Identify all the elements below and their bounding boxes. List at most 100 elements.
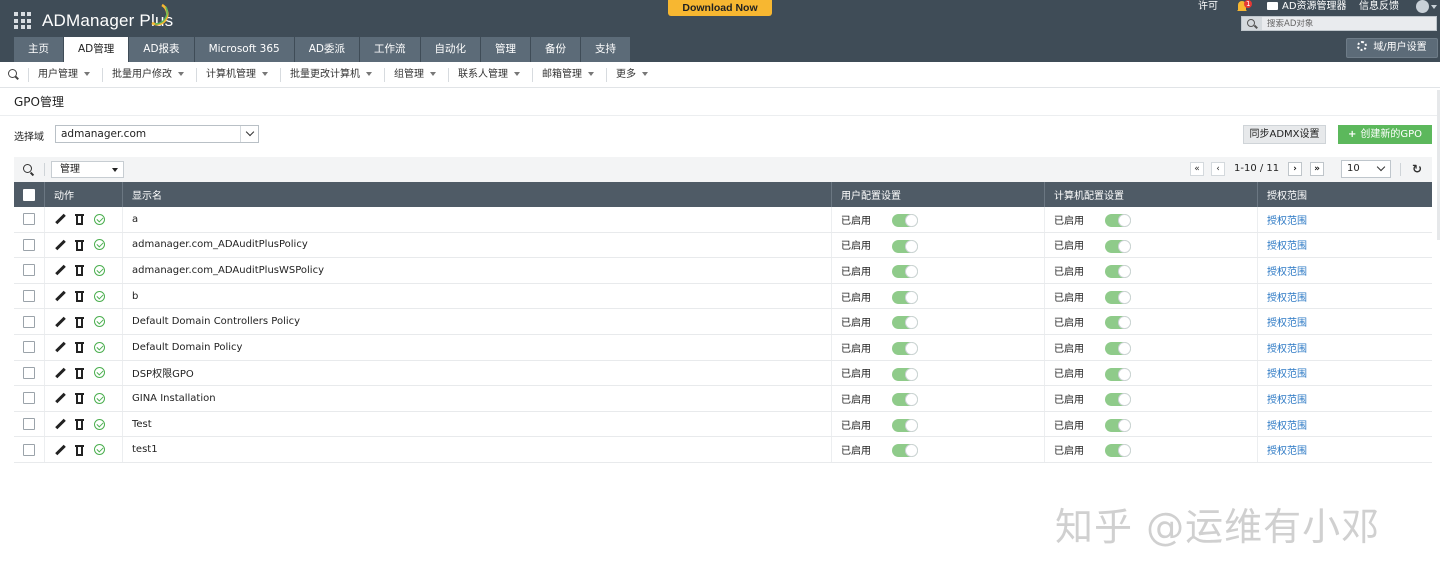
scope-link[interactable]: 授权范围 [1267, 212, 1307, 227]
enabled-check-icon[interactable] [94, 367, 105, 379]
delete-icon[interactable] [74, 367, 86, 379]
scope-link[interactable]: 授权范围 [1267, 263, 1307, 278]
scope-link[interactable]: 授权范围 [1267, 237, 1307, 252]
user-config-toggle[interactable] [892, 265, 918, 279]
delete-icon[interactable] [74, 392, 86, 405]
dropdown-toggle[interactable] [240, 126, 258, 142]
gpo-name[interactable]: Test [132, 419, 152, 430]
col-computer-config[interactable]: 计算机配置设置 [1045, 182, 1258, 207]
row-checkbox[interactable] [23, 264, 35, 277]
submenu-group-management[interactable]: 组管理 [384, 67, 448, 82]
download-now-button[interactable]: Download Now [668, 0, 772, 16]
edit-icon[interactable] [54, 316, 66, 328]
enabled-check-icon[interactable] [94, 444, 105, 456]
enabled-check-icon[interactable] [94, 341, 105, 353]
select-all-checkbox[interactable] [23, 188, 35, 201]
edit-icon[interactable] [54, 392, 66, 404]
edit-icon[interactable] [54, 239, 66, 251]
tab-ad-management[interactable]: AD管理 [64, 37, 129, 62]
ad-search-input[interactable] [1262, 18, 1432, 29]
enabled-check-icon[interactable] [94, 239, 105, 251]
gpo-name[interactable]: GINA Installation [132, 393, 216, 404]
tab-support[interactable]: 支持 [581, 37, 631, 62]
first-page-icon[interactable]: « [1190, 162, 1204, 176]
gpo-name[interactable]: Default Domain Controllers Policy [132, 316, 300, 327]
row-checkbox[interactable] [23, 392, 35, 405]
submenu-computer-management[interactable]: 计算机管理 [196, 67, 280, 82]
search-icon[interactable] [1242, 17, 1262, 30]
refresh-icon[interactable]: ↻ [1411, 163, 1423, 175]
computer-config-toggle[interactable] [1105, 444, 1131, 458]
submenu-bulk-computer-modify[interactable]: 批量更改计算机 [280, 67, 384, 82]
edit-icon[interactable] [54, 341, 66, 353]
col-display-name[interactable]: 显示名 [123, 182, 832, 207]
last-page-icon[interactable]: » [1310, 162, 1324, 176]
gpo-name[interactable]: DSP权限GPO [132, 365, 194, 380]
ad-explorer-link[interactable]: AD资源管理器 [1282, 0, 1347, 14]
previous-page-icon[interactable]: ‹ [1211, 162, 1225, 176]
scope-link[interactable]: 授权范围 [1267, 340, 1307, 355]
row-checkbox[interactable] [23, 366, 35, 379]
computer-config-toggle[interactable] [1105, 265, 1131, 279]
computer-config-toggle[interactable] [1105, 367, 1131, 381]
submenu-more[interactable]: 更多 [606, 67, 660, 82]
gpo-name[interactable]: a [132, 214, 138, 225]
submenu-bulk-user-modify[interactable]: 批量用户修改 [102, 67, 196, 82]
row-checkbox[interactable] [23, 238, 35, 251]
submenu-mailbox-management[interactable]: 邮箱管理 [532, 67, 606, 82]
computer-config-toggle[interactable] [1105, 290, 1131, 304]
tab-home[interactable]: 主页 [14, 37, 63, 62]
row-checkbox[interactable] [23, 290, 35, 303]
search-icon[interactable] [0, 62, 28, 88]
delete-icon[interactable] [74, 316, 86, 328]
enabled-check-icon[interactable] [94, 418, 105, 430]
computer-config-toggle[interactable] [1105, 316, 1131, 330]
filter-select[interactable]: 管理 [51, 161, 124, 178]
submenu-user-management[interactable]: 用户管理 [28, 67, 102, 82]
row-checkbox[interactable] [23, 341, 35, 354]
license-link[interactable]: 许可 [1198, 0, 1218, 14]
user-config-toggle[interactable] [892, 367, 918, 381]
edit-icon[interactable] [54, 264, 66, 276]
gpo-name[interactable]: Default Domain Policy [132, 342, 242, 353]
delete-icon[interactable] [74, 341, 86, 354]
user-config-toggle[interactable] [892, 418, 918, 432]
edit-icon[interactable] [54, 367, 66, 379]
scope-link[interactable]: 授权范围 [1267, 314, 1307, 329]
user-config-toggle[interactable] [892, 239, 918, 253]
sync-admx-button[interactable]: 同步ADMX设置 [1243, 125, 1326, 144]
user-config-toggle[interactable] [892, 290, 918, 304]
user-config-toggle[interactable] [892, 214, 918, 227]
enabled-check-icon[interactable] [94, 290, 105, 302]
feedback-link[interactable]: 信息反馈 [1359, 0, 1399, 14]
row-checkbox[interactable] [23, 443, 35, 456]
submenu-contact-management[interactable]: 联系人管理 [448, 67, 532, 82]
gpo-name[interactable]: test1 [132, 444, 158, 455]
delete-icon[interactable] [74, 239, 86, 251]
delete-icon[interactable] [74, 418, 86, 431]
tab-microsoft-365[interactable]: Microsoft 365 [194, 37, 294, 62]
gpo-name[interactable]: admanager.com_ADAuditPlusPolicy [132, 239, 308, 250]
scope-link[interactable]: 授权范围 [1267, 442, 1307, 457]
gpo-name[interactable]: b [132, 291, 138, 302]
row-checkbox[interactable] [23, 213, 35, 226]
delete-icon[interactable] [74, 290, 86, 303]
scope-link[interactable]: 授权范围 [1267, 365, 1307, 380]
create-gpo-button[interactable]: + 创建新的GPO [1338, 125, 1432, 144]
tab-admin[interactable]: 管理 [481, 37, 531, 62]
enabled-check-icon[interactable] [94, 316, 105, 328]
tab-ad-delegation[interactable]: AD委派 [294, 37, 360, 62]
col-user-config[interactable]: 用户配置设置 [832, 182, 1045, 207]
scope-link[interactable]: 授权范围 [1267, 417, 1307, 432]
search-icon[interactable] [22, 163, 36, 177]
delete-icon[interactable] [74, 444, 86, 456]
tab-automation[interactable]: 自动化 [420, 37, 481, 62]
computer-config-toggle[interactable] [1105, 418, 1131, 432]
domain-select[interactable]: admanager.com [55, 125, 259, 143]
tab-ad-reports[interactable]: AD报表 [129, 37, 194, 62]
edit-icon[interactable] [54, 444, 66, 456]
app-grid-icon[interactable] [14, 12, 31, 29]
computer-config-toggle[interactable] [1105, 239, 1131, 253]
enabled-check-icon[interactable] [94, 213, 105, 225]
delete-icon[interactable] [74, 264, 86, 277]
